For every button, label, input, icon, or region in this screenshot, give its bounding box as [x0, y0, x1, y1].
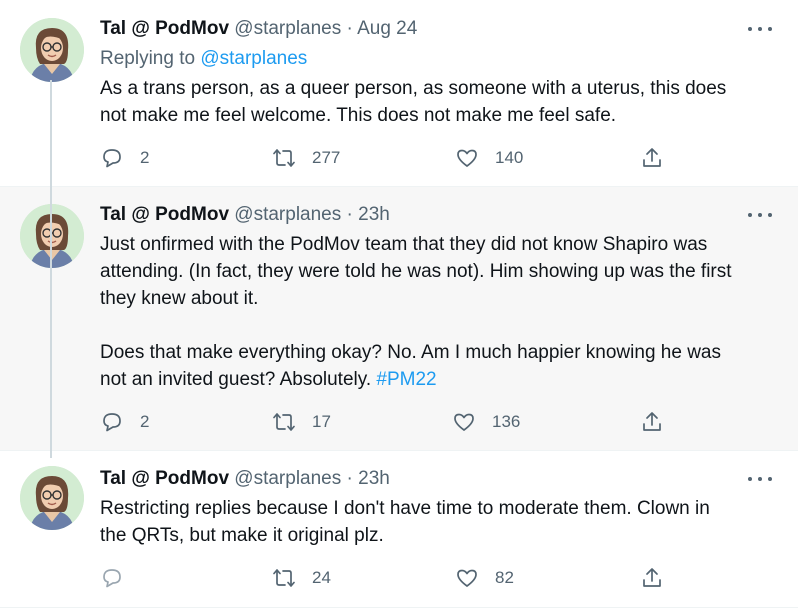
tweet-divider [0, 450, 798, 451]
hashtag-link[interactable]: #PM22 [376, 369, 436, 390]
avatar-illustration [20, 466, 84, 530]
like-count: 136 [492, 412, 521, 431]
like-icon [454, 413, 474, 431]
retweet-icon [273, 569, 295, 587]
tweet-header: Tal @ PodMov @starplanes · Aug 24 [100, 18, 417, 44]
like-button[interactable]: 82 [455, 564, 514, 592]
avatar[interactable] [20, 204, 84, 268]
retweet-button[interactable]: 277 [272, 144, 340, 172]
tweet-header: Tal @ PodMov @starplanes · 23h [100, 204, 390, 230]
tweet-text: Just onfirmed with the PodMov team that … [100, 231, 770, 393]
display-name[interactable]: Tal @ PodMov [100, 204, 229, 225]
retweet-count: 17 [312, 412, 331, 431]
more-icon [748, 213, 752, 217]
tweet[interactable]: Tal @ PodMov @starplanes · 23h Just onfi… [0, 186, 798, 450]
avatar-illustration [20, 204, 84, 268]
reply-button-disabled [100, 564, 124, 592]
retweet-button[interactable]: 17 [272, 408, 331, 436]
share-icon [643, 412, 661, 431]
avatar[interactable] [20, 466, 84, 530]
share-button[interactable] [640, 564, 664, 592]
user-handle[interactable]: @starplanes [234, 204, 341, 225]
like-button[interactable]: 136 [452, 408, 520, 436]
tweet-text-content: Just onfirmed with the PodMov team that … [100, 234, 732, 390]
share-button[interactable] [640, 408, 664, 436]
share-icon [643, 568, 661, 587]
like-count: 140 [495, 148, 524, 167]
more-options-button[interactable] [748, 210, 772, 220]
user-handle[interactable]: @starplanes [234, 468, 341, 489]
reply-button[interactable]: 2 [100, 144, 149, 172]
tweet[interactable]: Tal @ PodMov @starplanes · Aug 24 Replyi… [0, 0, 798, 186]
reply-icon [103, 569, 121, 588]
display-name[interactable]: Tal @ PodMov [100, 18, 229, 39]
tweet-actions: 2 17 136 [100, 408, 680, 436]
retweet-button[interactable]: 24 [272, 564, 331, 592]
separator-dot: · [346, 468, 353, 489]
tweet-actions: 2 277 140 [100, 144, 680, 172]
tweet-text: Restricting replies because I don't have… [100, 498, 710, 546]
tweet-thread: Tal @ PodMov @starplanes · Aug 24 Replyi… [0, 0, 798, 608]
replying-to: Replying to @starplanes [100, 48, 307, 70]
more-icon [748, 477, 752, 481]
timestamp[interactable]: 23h [358, 204, 390, 225]
separator-dot: · [346, 204, 353, 225]
timestamp[interactable]: 23h [358, 468, 390, 489]
like-count: 82 [495, 568, 514, 587]
tweet-header: Tal @ PodMov @starplanes · 23h [100, 468, 390, 494]
like-button[interactable]: 140 [455, 144, 523, 172]
mention-link[interactable]: @starplanes [200, 48, 307, 69]
reply-button[interactable]: 2 [100, 408, 149, 436]
retweet-count: 24 [312, 568, 331, 587]
reply-icon [103, 149, 121, 168]
tweet-text: As a trans person, as a queer person, as… [100, 78, 727, 126]
reply-icon [103, 413, 121, 432]
tweet-actions: 24 82 [100, 564, 680, 592]
user-handle[interactable]: @starplanes [234, 18, 341, 39]
more-options-button[interactable] [748, 24, 772, 34]
reply-count: 2 [140, 412, 150, 431]
more-icon [748, 27, 752, 31]
retweet-icon [273, 413, 295, 431]
replying-to-label: Replying to [100, 48, 196, 69]
display-name[interactable]: Tal @ PodMov [100, 468, 229, 489]
separator-dot: · [346, 18, 353, 39]
tweet[interactable]: Tal @ PodMov @starplanes · 23h Restricti… [0, 450, 798, 608]
like-icon [457, 149, 477, 167]
retweet-count: 277 [312, 148, 341, 167]
avatar[interactable] [20, 18, 84, 82]
share-icon [643, 148, 661, 167]
avatar-illustration [20, 18, 84, 82]
more-options-button[interactable] [748, 474, 772, 484]
thread-connector-line [50, 80, 52, 458]
share-button[interactable] [640, 144, 664, 172]
tweet-divider [0, 186, 798, 187]
timestamp[interactable]: Aug 24 [357, 18, 417, 39]
like-icon [457, 569, 477, 587]
reply-count: 2 [140, 148, 150, 167]
retweet-icon [273, 149, 295, 167]
